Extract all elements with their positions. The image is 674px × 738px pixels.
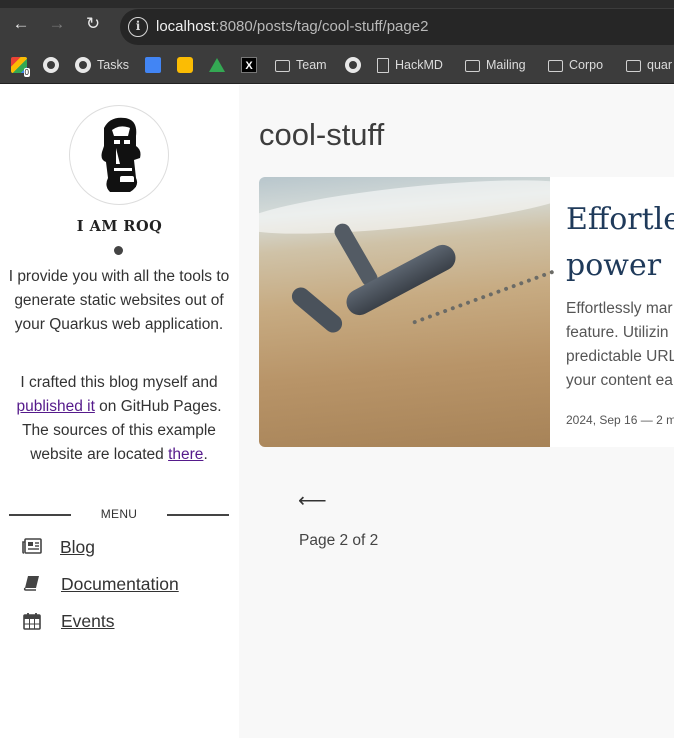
url-path: :8080/posts/tag/cool-stuff/page2 xyxy=(215,18,429,35)
calendar-icon xyxy=(22,612,42,630)
folder-icon xyxy=(275,60,290,72)
bookmark-drive[interactable] xyxy=(209,56,225,74)
moai-logo-icon xyxy=(101,117,141,192)
menu-label-documentation: Documentation xyxy=(61,573,179,594)
folder-icon xyxy=(626,60,641,72)
url-text[interactable]: localhost:8080/posts/tag/cool-stuff/page… xyxy=(156,18,428,35)
published-link[interactable]: published it xyxy=(16,398,94,415)
credits-text: I crafted this blog myself and xyxy=(20,374,218,391)
separator-dot xyxy=(114,246,123,255)
back-button[interactable]: ← xyxy=(11,14,31,34)
previous-page-arrow-icon[interactable]: ⟵ xyxy=(298,488,327,513)
menu-item-events[interactable]: Events xyxy=(22,608,115,634)
github-icon xyxy=(75,57,91,73)
reload-button[interactable]: ↻ xyxy=(83,14,103,34)
menu-label-blog: Blog xyxy=(60,536,96,557)
drive-icon xyxy=(209,58,225,72)
bookmark-label: Tasks xyxy=(97,58,129,72)
bookmark-team[interactable]: Team xyxy=(275,56,327,74)
folder-icon xyxy=(465,60,480,72)
post-title-line: Effortles xyxy=(566,202,674,237)
page-content: I AM ROQ I provide you with all the tool… xyxy=(0,85,674,738)
tag-title: cool-stuff xyxy=(259,117,385,152)
excerpt-line: Effortlessly mar xyxy=(566,300,673,317)
excerpt-line: predictable URL xyxy=(566,348,674,365)
bookmark-github-2[interactable] xyxy=(345,56,361,74)
forward-button[interactable]: → xyxy=(47,14,67,34)
bookmark-github[interactable] xyxy=(43,56,59,74)
main-content: cool-stuff Effortles power Effortlessly … xyxy=(239,85,674,738)
wave-shape xyxy=(259,177,581,245)
bookmark-label: quar xyxy=(647,58,673,72)
menu-item-blog[interactable]: Blog xyxy=(22,534,95,560)
sidebar: I AM ROQ I provide you with all the tool… xyxy=(0,85,239,738)
bookmark-gmail[interactable] xyxy=(11,56,31,77)
post-card[interactable]: Effortles power Effortlessly mar feature… xyxy=(259,177,674,447)
site-description: I provide you with all the tools to gene… xyxy=(8,268,230,333)
chain-shape xyxy=(412,269,556,329)
newspaper-icon xyxy=(22,538,42,556)
site-name: I AM ROQ xyxy=(76,218,163,235)
credits-text: . xyxy=(203,446,208,463)
keep-icon xyxy=(177,57,193,73)
url-host: localhost xyxy=(156,18,216,35)
bookmark-keep[interactable] xyxy=(177,56,193,74)
avatar[interactable] xyxy=(69,105,169,205)
tab-strip xyxy=(0,0,674,8)
bookmarks-bar: Tasks X Team HackMD Mailing Corpo quar xyxy=(0,46,674,84)
address-bar[interactable]: i localhost:8080/posts/tag/cool-stuff/pa… xyxy=(120,9,674,45)
github-icon xyxy=(43,57,59,73)
x-icon: X xyxy=(241,57,257,73)
site-info-icon[interactable]: i xyxy=(128,17,148,37)
bookmark-label: Corpo xyxy=(569,58,604,72)
divider-line xyxy=(167,514,229,516)
bookmark-label: Team xyxy=(296,58,327,72)
github-icon xyxy=(345,57,361,73)
post-meta: 2024, Sep 16 — 2 m xyxy=(566,413,674,427)
bookmark-label: HackMD xyxy=(395,58,443,72)
site-credits: I crafted this blog myself and published… xyxy=(8,371,230,467)
bookmark-corpo[interactable]: Corpo xyxy=(548,56,603,74)
bookmark-quar[interactable]: quar xyxy=(626,56,672,74)
bookmark-mailing[interactable]: Mailing xyxy=(465,56,526,74)
browser-toolbar: ← → ↻ i localhost:8080/posts/tag/cool-st… xyxy=(0,0,674,46)
bookmark-tasks[interactable]: Tasks xyxy=(75,56,129,74)
calendar-icon xyxy=(145,57,161,73)
gmail-icon xyxy=(11,57,31,77)
menu-label-events: Events xyxy=(61,610,115,631)
bookmark-label: Mailing xyxy=(486,58,526,72)
book-icon xyxy=(22,575,42,593)
post-excerpt: Effortlessly mar feature. Utilizin predi… xyxy=(566,297,674,393)
page-info: Page 2 of 2 xyxy=(299,532,379,549)
bookmark-x[interactable]: X xyxy=(241,56,257,74)
menu-item-documentation[interactable]: Documentation xyxy=(22,571,179,597)
folder-icon xyxy=(548,60,563,72)
post-title-line: power xyxy=(566,248,662,283)
excerpt-line: your content ea xyxy=(566,372,673,389)
sources-link[interactable]: there xyxy=(168,446,203,463)
post-title[interactable]: Effortles power xyxy=(566,197,674,289)
excerpt-line: feature. Utilizin xyxy=(566,324,669,341)
bookmark-calendar[interactable] xyxy=(145,56,161,74)
menu-divider: MENU xyxy=(9,507,229,521)
post-image[interactable] xyxy=(259,177,581,447)
anchor-shape xyxy=(288,283,346,337)
bookmark-hackmd[interactable]: HackMD xyxy=(377,56,443,74)
document-icon xyxy=(377,57,389,73)
